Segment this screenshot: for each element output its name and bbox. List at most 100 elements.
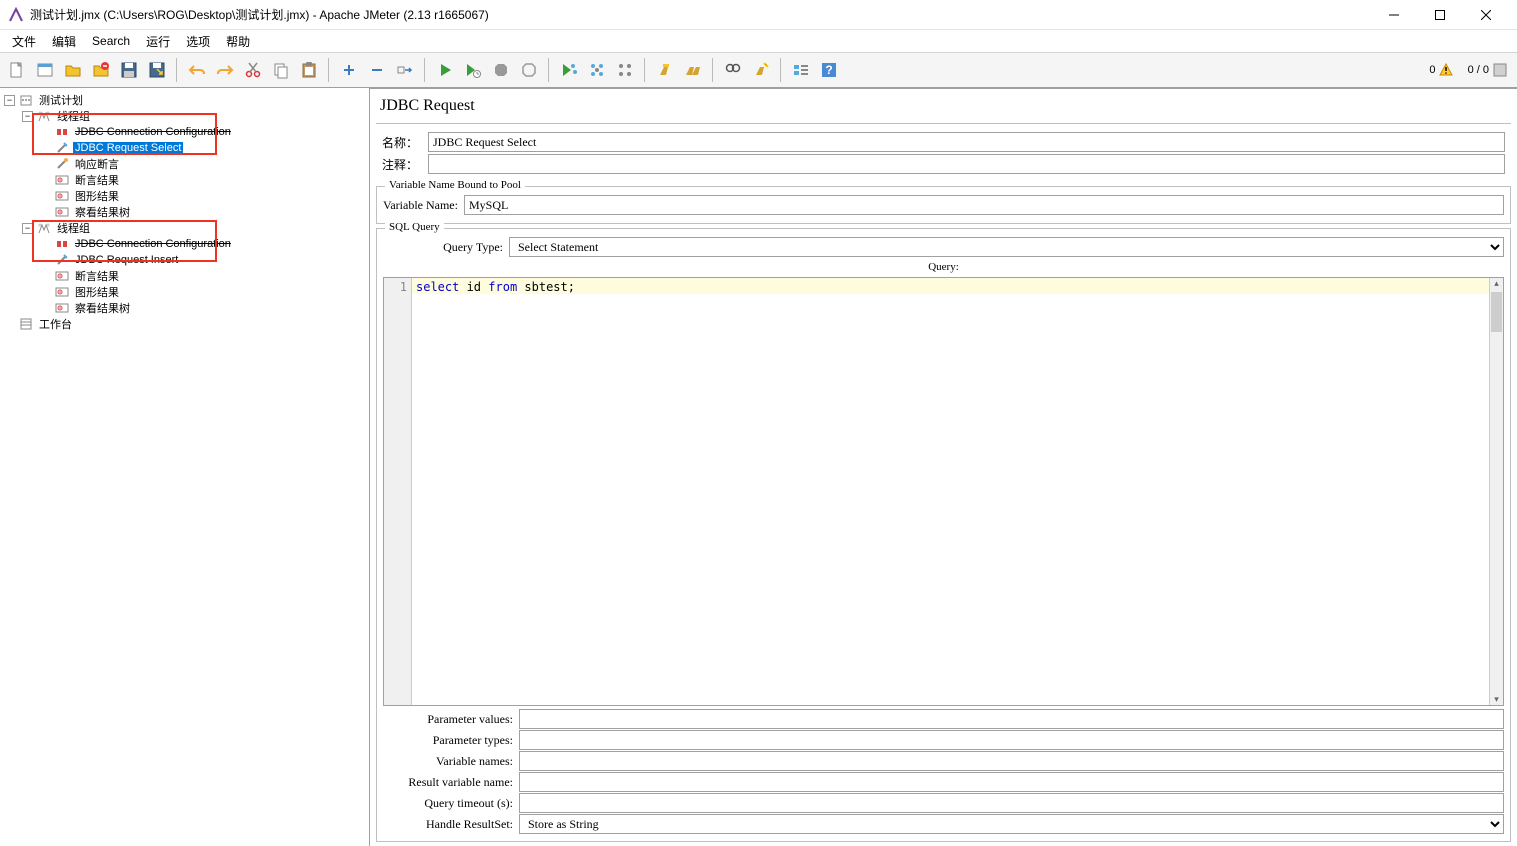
var-names-input[interactable] [519, 751, 1504, 771]
listener-icon [54, 284, 70, 300]
collapse-icon[interactable]: − [22, 223, 33, 234]
run-indicator-icon [1493, 63, 1507, 77]
menu-options[interactable]: 选项 [178, 31, 218, 52]
var-names-label: Variable names: [383, 754, 513, 769]
tree-pane[interactable]: − 测试计划 − 线程组 [0, 88, 370, 846]
menu-file[interactable]: 文件 [4, 31, 44, 52]
menu-edit[interactable]: 编辑 [44, 31, 84, 52]
new-button[interactable] [4, 57, 30, 83]
shutdown-button[interactable] [516, 57, 542, 83]
details-pane: JDBC Request 名称： 注释： Variable Name Bound… [370, 88, 1517, 846]
clear-button[interactable] [652, 57, 678, 83]
query-type-label: Query Type: [383, 240, 503, 255]
tree-workbench[interactable]: 工作台 [4, 316, 369, 332]
workbench-icon [18, 316, 34, 332]
close-test-button[interactable] [88, 57, 114, 83]
menubar: 文件 编辑 Search 运行 选项 帮助 [0, 30, 1517, 52]
sampler-icon [54, 252, 70, 268]
handle-rs-select[interactable]: Store as String [519, 814, 1504, 834]
paste-button[interactable] [296, 57, 322, 83]
remote-start-button[interactable] [556, 57, 582, 83]
remote-start-notimers-button[interactable] [584, 57, 610, 83]
menu-run[interactable]: 运行 [138, 31, 178, 52]
sql-editor[interactable]: 1 select id from sbtest; [383, 277, 1504, 706]
name-input[interactable] [428, 132, 1505, 152]
tree-test-plan[interactable]: − 测试计划 [4, 92, 369, 108]
thread-count: 0 / 0 [1468, 64, 1489, 76]
sql-legend: SQL Query [385, 221, 444, 233]
vertical-scrollbar[interactable] [1489, 278, 1503, 705]
testplan-icon [18, 92, 34, 108]
app-icon [8, 7, 24, 23]
listener-icon [54, 300, 70, 316]
search-button[interactable] [720, 57, 746, 83]
cut-button[interactable] [240, 57, 266, 83]
tree-jdbc-conn-2[interactable]: JDBC Connection Configuration [40, 236, 369, 252]
svg-text:?: ? [825, 63, 832, 77]
toggle-button[interactable] [392, 57, 418, 83]
tree-response-assert[interactable]: 响应断言 [40, 156, 369, 172]
menu-help[interactable]: 帮助 [218, 31, 258, 52]
collapse-icon[interactable]: − [22, 111, 33, 122]
search-reset-button[interactable] [748, 57, 774, 83]
listener-icon [54, 268, 70, 284]
templates-button[interactable] [32, 57, 58, 83]
line-gutter: 1 [384, 278, 412, 705]
save-as-button[interactable] [144, 57, 170, 83]
tree-assertion-results-1[interactable]: 断言结果 [40, 172, 369, 188]
tree-jdbc-request-insert[interactable]: JDBC Request Insert [40, 252, 369, 268]
clear-all-button[interactable] [680, 57, 706, 83]
tree-thread-group-2[interactable]: − 线程组 [22, 220, 369, 236]
config-icon [54, 124, 70, 140]
collapse-button[interactable] [364, 57, 390, 83]
collapse-icon[interactable]: − [4, 95, 15, 106]
window-title: 测试计划.jmx (C:\Users\ROG\Desktop\测试计划.jmx)… [30, 6, 1371, 23]
close-button[interactable] [1463, 0, 1509, 30]
status-bar: 0 0 / 0 [1423, 63, 1513, 77]
timeout-input[interactable] [519, 793, 1504, 813]
tree-thread-group-1[interactable]: − 线程组 [22, 108, 369, 124]
maximize-button[interactable] [1417, 0, 1463, 30]
comment-input[interactable] [428, 154, 1505, 174]
threadgroup-icon [36, 220, 52, 236]
tree-graph-results-2[interactable]: 图形结果 [40, 284, 369, 300]
assertion-icon [54, 156, 70, 172]
save-button[interactable] [116, 57, 142, 83]
expand-button[interactable] [336, 57, 362, 83]
open-button[interactable] [60, 57, 86, 83]
menu-search[interactable]: Search [84, 32, 138, 50]
tree-jdbc-request-select[interactable]: JDBC Request Select [40, 140, 369, 156]
param-values-label: Parameter values: [383, 712, 513, 727]
variable-name-input[interactable] [464, 195, 1504, 215]
tree-view-results-tree-1[interactable]: 察看结果树 [40, 204, 369, 220]
titlebar: 测试计划.jmx (C:\Users\ROG\Desktop\测试计划.jmx)… [0, 0, 1517, 30]
remote-stop-button[interactable] [612, 57, 638, 83]
minimize-button[interactable] [1371, 0, 1417, 30]
pool-legend: Variable Name Bound to Pool [385, 179, 525, 191]
copy-button[interactable] [268, 57, 294, 83]
start-notimers-button[interactable] [460, 57, 486, 83]
variable-name-label: Variable Name: [383, 198, 458, 213]
param-types-label: Parameter types: [383, 733, 513, 748]
query-type-select[interactable]: Select Statement [509, 237, 1504, 257]
result-var-input[interactable] [519, 772, 1504, 792]
tree-assertion-results-2[interactable]: 断言结果 [40, 268, 369, 284]
param-types-input[interactable] [519, 730, 1504, 750]
stop-button[interactable] [488, 57, 514, 83]
undo-button[interactable] [184, 57, 210, 83]
listener-icon [54, 188, 70, 204]
handle-rs-label: Handle ResultSet: [383, 817, 513, 832]
param-values-input[interactable] [519, 709, 1504, 729]
listener-icon [54, 204, 70, 220]
listener-icon [54, 172, 70, 188]
start-button[interactable] [432, 57, 458, 83]
redo-button[interactable] [212, 57, 238, 83]
function-helper-button[interactable] [788, 57, 814, 83]
tree-view-results-tree-2[interactable]: 察看结果树 [40, 300, 369, 316]
tree-jdbc-conn-1[interactable]: JDBC Connection Configuration [40, 124, 369, 140]
query-label: Query: [383, 259, 1504, 275]
help-button[interactable]: ? [816, 57, 842, 83]
result-var-label: Result variable name: [383, 775, 513, 790]
tree-graph-results-1[interactable]: 图形结果 [40, 188, 369, 204]
toolbar: ? 0 0 / 0 [0, 52, 1517, 88]
